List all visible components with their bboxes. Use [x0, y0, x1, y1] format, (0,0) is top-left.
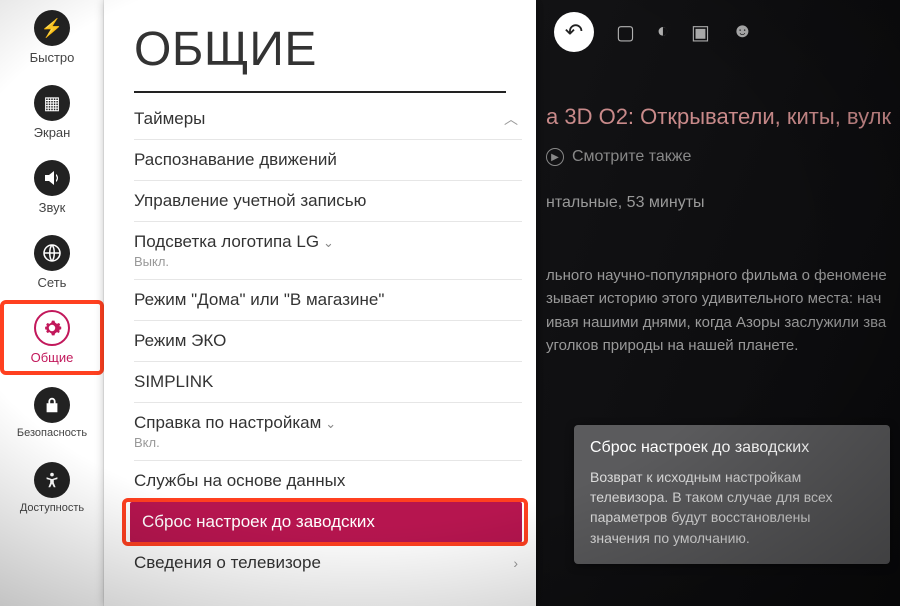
- panel-title: ОБЩИЕ: [104, 0, 536, 91]
- list-item-factory-reset[interactable]: Сброс настроек до заводских: [130, 502, 522, 543]
- sidebar-item-accessibility[interactable]: Доступность: [0, 450, 104, 525]
- program-description: льного научно-популярного фильма о феном…: [546, 264, 900, 357]
- top-icon-row: ▢ ◐ ▣ ☻: [616, 20, 753, 45]
- program-meta: нтальные, 53 минуты: [546, 194, 900, 212]
- tooltip-body: Возврат к исходным настройкам телевизора…: [590, 467, 874, 548]
- browser-icon[interactable]: ◐: [657, 20, 669, 45]
- list-item-account[interactable]: Управление учетной записью: [134, 181, 522, 222]
- program-title: а 3D O2: Открыватели, киты, вулк: [546, 104, 900, 130]
- list-item-logo-light[interactable]: Подсветка логотипа LG⌄ Выкл.: [134, 222, 522, 280]
- tooltip-title: Сброс настроек до заводских: [590, 439, 874, 457]
- lock-icon: [34, 387, 70, 423]
- chevron-up-icon[interactable]: ︿: [504, 109, 518, 129]
- list-item-simplink[interactable]: SIMPLINK: [134, 362, 522, 403]
- screen-icon: ▦: [34, 85, 70, 121]
- list-item-eco-mode[interactable]: Режим ЭКО: [134, 321, 522, 362]
- sidebar-item-security[interactable]: Безопасность: [0, 375, 104, 450]
- chevron-down-icon: ⌄: [325, 416, 336, 431]
- tv-screen: ↶ ▢ ◐ ▣ ☻ а 3D O2: Открыватели, киты, ву…: [0, 0, 900, 606]
- panel-divider: [134, 91, 506, 93]
- sidebar-item-label: Экран: [34, 125, 71, 140]
- sidebar-item-network[interactable]: Сеть: [0, 225, 104, 300]
- gear-icon: [34, 310, 70, 346]
- list-item-settings-help[interactable]: Справка по настройкам⌄ Вкл.: [134, 403, 522, 461]
- globe-icon: [34, 235, 70, 271]
- bolt-icon: ⚡: [34, 10, 70, 46]
- see-also-label: Смотрите также: [572, 148, 691, 166]
- tv-icon[interactable]: ▣: [691, 20, 710, 45]
- top-bar: ↶ ▢ ◐ ▣ ☻: [546, 8, 900, 56]
- chevron-right-icon: ›: [513, 555, 518, 571]
- settings-list[interactable]: Таймеры ︿ Распознавание движений Управле…: [104, 99, 536, 606]
- chevron-down-icon: ⌄: [323, 235, 334, 250]
- accessibility-icon: [34, 462, 70, 498]
- list-item-motion[interactable]: Распознавание движений: [134, 140, 522, 181]
- back-icon: ↶: [565, 19, 583, 45]
- sidebar-item-label: Звук: [39, 200, 66, 215]
- play-icon: ▶: [546, 148, 564, 166]
- settings-panel: ОБЩИЕ Таймеры ︿ Распознавание движений У…: [104, 0, 536, 606]
- settings-sidebar: ⚡ Быстро ▦ Экран Звук Сеть Общие: [0, 0, 104, 606]
- see-also[interactable]: ▶ Смотрите также: [546, 148, 900, 166]
- list-item-home-store-mode[interactable]: Режим "Дома" или "В магазине": [134, 280, 522, 321]
- sidebar-item-label: Сеть: [38, 275, 67, 290]
- list-item-timers[interactable]: Таймеры ︿: [134, 99, 522, 140]
- list-item-data-services[interactable]: Службы на основе данных: [134, 461, 522, 502]
- sidebar-item-general[interactable]: Общие: [0, 300, 104, 375]
- sidebar-item-picture[interactable]: ▦ Экран: [0, 75, 104, 150]
- sidebar-item-label: Безопасность: [17, 427, 87, 439]
- photos-icon[interactable]: ▢: [616, 20, 635, 45]
- sidebar-item-sound[interactable]: Звук: [0, 150, 104, 225]
- back-button[interactable]: ↶: [554, 12, 594, 52]
- sidebar-item-label: Доступность: [20, 502, 84, 514]
- list-item-about-tv[interactable]: Сведения о телевизоре ›: [134, 543, 522, 583]
- sidebar-item-quick[interactable]: ⚡ Быстро: [0, 0, 104, 75]
- sound-icon: [34, 160, 70, 196]
- sidebar-item-label: Быстро: [30, 50, 75, 65]
- help-tooltip: Сброс настроек до заводских Возврат к ис…: [574, 425, 890, 564]
- sidebar-item-label: Общие: [31, 350, 74, 365]
- theater-icon[interactable]: ☻: [732, 20, 753, 45]
